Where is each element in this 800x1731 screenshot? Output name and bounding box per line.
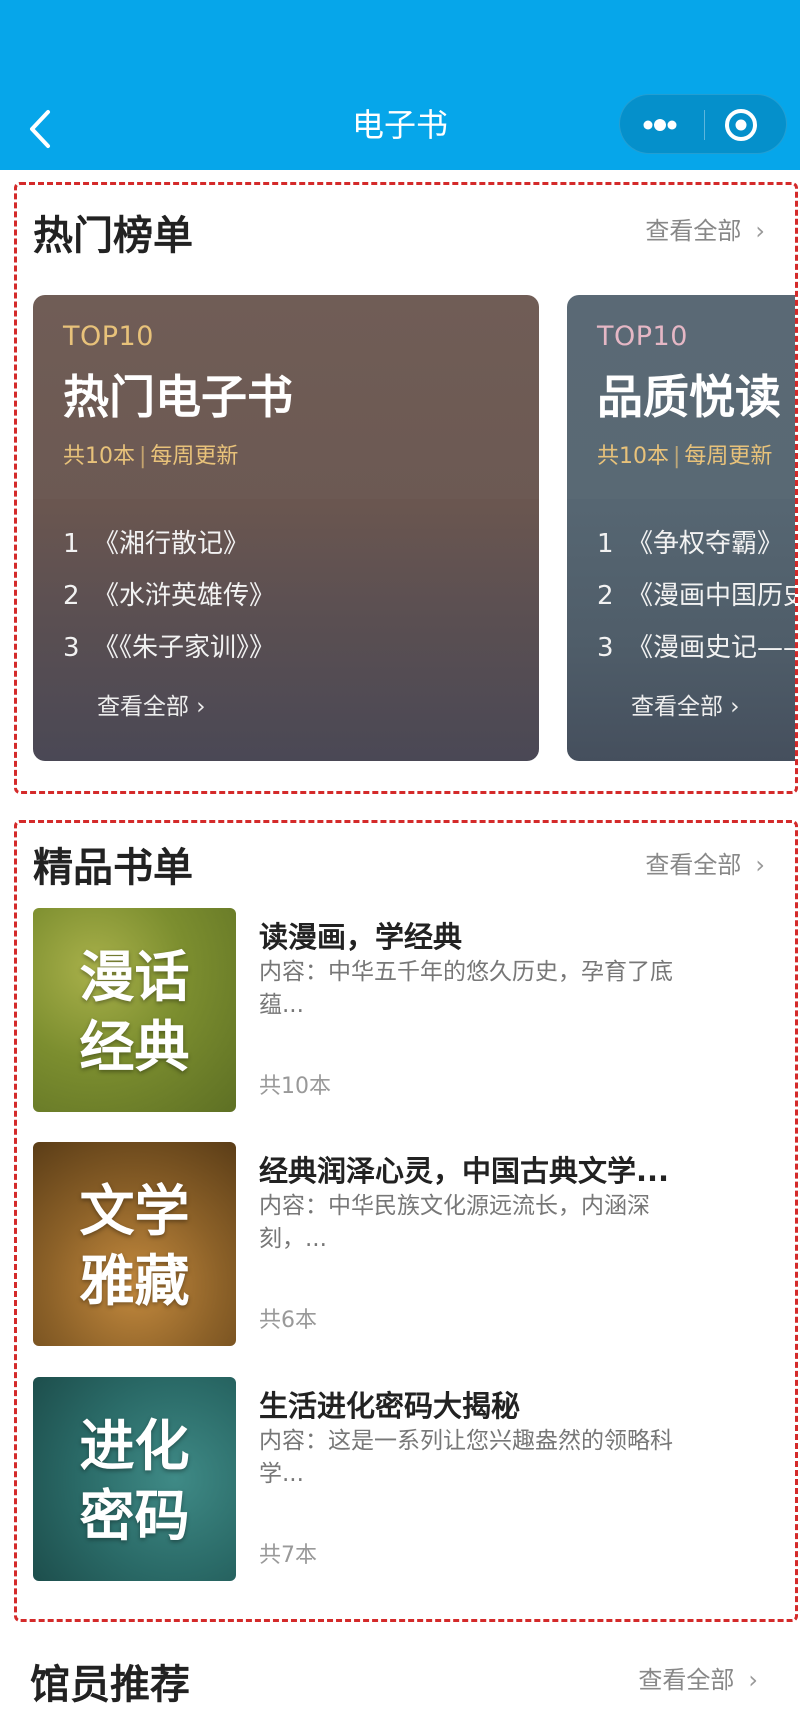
ranking-item[interactable]: 2 《漫画中国历史 xyxy=(597,575,795,627)
card-update: 每周更新 xyxy=(684,444,773,469)
close-button[interactable] xyxy=(705,95,788,155)
card-view-all-link[interactable]: 查看全部 › xyxy=(97,687,206,721)
card-meta: 共10本 | 每周更新 xyxy=(63,444,239,469)
booklist-count: 共7本 xyxy=(259,1543,317,1568)
booklist-item[interactable]: 文学 雅藏 经典润泽心灵，中国古典文学... 内容：中华民族文化源远流长，内涵深刻… xyxy=(33,1142,793,1346)
booklist-title: 经典润泽心灵，中国古典文学... xyxy=(259,1154,670,1188)
booklist-title: 读漫画，学经典 xyxy=(259,920,463,954)
booklist-title: 生活进化密码大揭秘 xyxy=(259,1389,521,1423)
ranking-card[interactable]: TOP10 热门电子书 共10本 | 每周更新 1 《湘行散记》 2 《水浒英雄传》 3… xyxy=(33,295,539,761)
featured-booklists-section: 精品书单 查看全部 › 漫话 经典 读漫画，学经典 内容：中华五千年的悠久历史，孕育… xyxy=(14,820,798,1622)
card-count: 共10本 xyxy=(63,444,135,469)
booklist-desc: 内容：中华民族文化源远流长，内涵深刻，... xyxy=(259,1193,650,1252)
booklist-desc: 内容：中华五千年的悠久历史，孕育了底蕴... xyxy=(259,959,673,1018)
view-all-label: 查看全部 xyxy=(645,217,742,245)
mini-program-capsule xyxy=(619,94,787,154)
ranking-item[interactable]: 3 《《朱子家训》》 xyxy=(63,627,275,679)
section-title: 馆员推荐 xyxy=(30,1662,190,1708)
ranking-list: 1 《湘行散记》 2 《水浒英雄传》 3 《《朱子家训》》 xyxy=(63,523,275,679)
view-all-label: 查看全部 xyxy=(638,1666,735,1694)
view-all-link[interactable]: 查看全部 › xyxy=(638,1660,758,1695)
ranking-item[interactable]: 3 《漫画史记—— xyxy=(597,627,795,679)
booklist-cover: 文学 雅藏 xyxy=(33,1142,236,1346)
more-button[interactable] xyxy=(620,95,704,155)
booklist-count: 共10本 xyxy=(259,1074,331,1099)
booklist-cover: 漫话 经典 xyxy=(33,908,236,1112)
card-view-all-link[interactable]: 查看全部 › xyxy=(631,687,740,721)
card-meta: 共10本 | 每周更新 xyxy=(597,444,773,469)
nav-bar: 电子书 xyxy=(0,0,800,170)
ranking-item[interactable]: 1 《湘行散记》 xyxy=(63,523,275,575)
card-tag: TOP10 xyxy=(597,321,688,352)
booklist-count: 共6本 xyxy=(259,1308,317,1333)
chevron-right-icon: › xyxy=(755,851,765,879)
ranking-item[interactable]: 2 《水浒英雄传》 xyxy=(63,575,275,627)
view-all-link[interactable]: 查看全部 › xyxy=(645,845,765,880)
booklist-item[interactable]: 漫话 经典 读漫画，学经典 内容：中华五千年的悠久历史，孕育了底蕴... 共10本 xyxy=(33,908,793,1112)
card-count: 共10本 xyxy=(597,444,669,469)
booklist-cover: 进化 密码 xyxy=(33,1377,236,1581)
card-name: 品质悦读 xyxy=(597,370,781,424)
ranking-list: 1 《争权夺霸》 2 《漫画中国历史 3 《漫画史记—— xyxy=(597,523,795,679)
view-all-label: 查看全部 xyxy=(645,851,742,879)
target-circle-icon xyxy=(725,109,757,141)
section-title: 热门榜单 xyxy=(33,213,193,259)
more-dots-icon xyxy=(643,119,677,131)
card-name: 热门电子书 xyxy=(63,370,293,424)
booklist-item[interactable]: 进化 密码 生活进化密码大揭秘 内容：这是一系列让您兴趣盎然的领略科学... 共7… xyxy=(33,1377,793,1581)
section-title: 精品书单 xyxy=(33,845,193,891)
card-tag: TOP10 xyxy=(63,321,154,352)
view-all-link[interactable]: 查看全部 › xyxy=(645,211,765,246)
ranking-item[interactable]: 1 《争权夺霸》 xyxy=(597,523,795,575)
ranking-card[interactable]: TOP10 品质悦读 共10本 | 每周更新 1 《争权夺霸》 2 《漫画中国历史 3 《… xyxy=(567,295,795,761)
chevron-right-icon: › xyxy=(748,1666,758,1694)
booklist-desc: 内容：这是一系列让您兴趣盎然的领略科学... xyxy=(259,1428,673,1487)
card-update: 每周更新 xyxy=(150,444,239,469)
chevron-right-icon: › xyxy=(755,217,765,245)
hot-rankings-section: 热门榜单 查看全部 › TOP10 热门电子书 共10本 | 每周更新 1 《湘行散记》… xyxy=(14,182,798,794)
